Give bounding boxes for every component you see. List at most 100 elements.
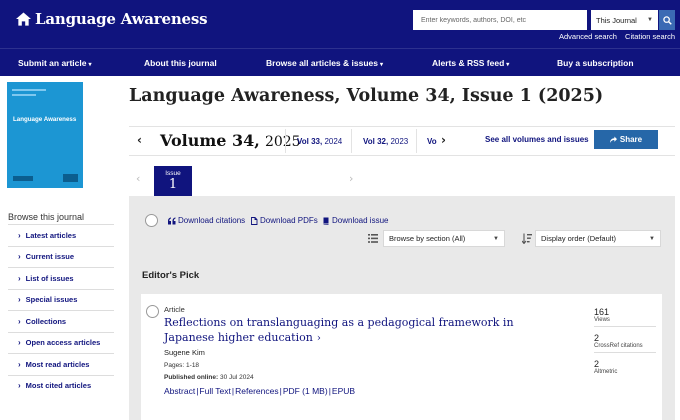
page-title: Language Awareness, Volume 34, Issue 1 (…	[129, 86, 604, 106]
chevron-left-icon[interactable]: ‹	[136, 172, 140, 185]
volume-link-33[interactable]: Vol 33, 2024	[297, 137, 342, 146]
issue-tab-number: 1	[168, 177, 178, 192]
chevron-right-icon: ›	[18, 316, 21, 326]
journal-brand[interactable]: Language Awareness	[16, 9, 208, 29]
nav-label: Browse all articles & issues	[266, 58, 378, 68]
metric-label: CrossRef citations	[594, 343, 643, 349]
nav-label: Alerts & RSS feed	[432, 58, 505, 68]
list-icon	[368, 234, 378, 243]
chevron-right-icon[interactable]: ›	[349, 172, 353, 185]
sidebar-item-collections[interactable]: › Collections	[8, 310, 114, 332]
nav-alerts-rss[interactable]: Alerts & RSS feed ▾	[432, 58, 509, 68]
share-button[interactable]: Share	[594, 130, 658, 149]
sidebar-item-label: Most cited articles	[25, 381, 92, 391]
published-label: Published online:	[164, 374, 219, 381]
citation-search-link[interactable]: Citation search	[625, 32, 675, 41]
chevron-right-icon: ›	[18, 295, 21, 305]
divider	[285, 129, 286, 153]
volume-label: Vo	[427, 137, 437, 146]
sidebar-item-label: List of issues	[25, 273, 74, 283]
journal-cover[interactable]: Language Awareness	[7, 82, 83, 188]
search-scope-value: This Journal	[596, 15, 637, 25]
section-heading: Editor's Pick	[142, 270, 200, 281]
current-volume: Volume 34, 2025	[160, 131, 301, 150]
cover-decoration	[12, 94, 36, 96]
nav-browse-articles[interactable]: Browse all articles & issues ▾	[266, 58, 383, 68]
volume-label: Vol 33,	[297, 137, 323, 146]
display-order-select[interactable]: Display order (Default) ▼	[535, 230, 661, 247]
sidebar-item-current-issue[interactable]: › Current issue	[8, 245, 114, 268]
download-citations-label: Download citations	[178, 216, 246, 225]
search-button[interactable]	[659, 10, 675, 30]
metric-altmetric[interactable]: 2 Altmetric	[594, 359, 656, 378]
current-volume-label: Volume 34,	[160, 131, 260, 150]
download-pdfs-label: Download PDFs	[260, 216, 318, 225]
sidebar-item-most-cited[interactable]: › Most cited articles	[8, 374, 114, 397]
download-pdfs-link[interactable]: Download PDFs	[250, 216, 318, 225]
see-all-volumes-link[interactable]: See all volumes and issues	[485, 135, 589, 144]
nav-about-journal[interactable]: About this journal	[144, 58, 217, 68]
article-pages: Pages: 1-18	[164, 362, 200, 369]
published-date: 30 Jul 2024	[219, 374, 254, 381]
book-icon	[323, 217, 329, 225]
sidebar-item-label: Current issue	[25, 252, 75, 262]
sidebar-item-most-read[interactable]: › Most read articles	[8, 353, 114, 375]
journal-name: Language Awareness	[35, 10, 208, 28]
download-citations-link[interactable]: Download citations	[168, 216, 245, 225]
nav-buy-subscription[interactable]: Buy a subscription	[557, 58, 634, 68]
volume-link-32[interactable]: Vol 32, 2023	[363, 137, 408, 146]
sidebar-item-list-of-issues[interactable]: › List of issues	[8, 267, 114, 289]
divider: |	[328, 386, 331, 396]
metric-crossref[interactable]: 2 CrossRef citations	[594, 333, 656, 353]
article-select-checkbox[interactable]	[146, 305, 159, 318]
search-links: Advanced search Citation search	[559, 32, 680, 41]
article-published: Published online: 30 Jul 2024	[164, 374, 254, 381]
current-volume-year: 2025	[264, 134, 301, 150]
issue-tab-1[interactable]: Issue 1	[154, 166, 192, 196]
main-nav: Submit an article ▾ About this journal Br…	[0, 48, 680, 76]
volume-link-31[interactable]: Vo	[427, 137, 437, 146]
references-link[interactable]: References	[235, 386, 278, 396]
article-title-link[interactable]: Reflections on translanguaging as a peda…	[164, 315, 564, 346]
search-scope-select[interactable]: This Journal ▼	[591, 10, 658, 30]
share-label: Share	[619, 135, 643, 144]
sidebar-item-open-access[interactable]: › Open access articles	[8, 331, 114, 354]
sidebar-item-special-issues[interactable]: › Special issues	[8, 288, 114, 311]
chevron-down-icon: ▼	[493, 235, 499, 242]
issue-panel: Download citations Download PDFs Downloa…	[129, 196, 675, 420]
metric-value: 2	[594, 359, 600, 369]
full-text-link[interactable]: Full Text	[199, 386, 231, 396]
search-input[interactable]	[413, 10, 587, 30]
site-header: Language Awareness This Journal ▼ Advanc…	[0, 0, 680, 48]
chevron-left-icon[interactable]: ‹	[137, 133, 142, 147]
advanced-search-link[interactable]: Advanced search	[559, 32, 617, 41]
volume-year: 2023	[390, 137, 409, 146]
issue-tab-label: Issue	[165, 170, 181, 177]
chevron-right-icon[interactable]: ›	[441, 133, 446, 147]
article-author[interactable]: Sugene Kim	[164, 348, 205, 357]
chevron-right-icon: ›	[18, 252, 21, 262]
browse-by-section-select[interactable]: Browse by section (All) ▼	[383, 230, 505, 247]
volume-year: 2024	[324, 137, 343, 146]
chevron-right-icon: ›	[18, 230, 21, 240]
cover-decoration	[12, 89, 46, 91]
sidebar-item-latest-articles[interactable]: › Latest articles	[8, 224, 114, 246]
metric-label: Altmetric	[594, 369, 618, 375]
epub-link[interactable]: EPUB	[332, 386, 355, 396]
chevron-down-icon: ▾	[379, 62, 383, 68]
sidebar-item-label: Collections	[25, 316, 67, 326]
select-all-checkbox[interactable]	[145, 214, 158, 227]
volume-navigation: ‹ Volume 34, 2025 Vol 33, 2024 Vol 32, 2…	[129, 126, 675, 156]
volume-label: Vol 32,	[363, 137, 389, 146]
chevron-right-icon: ›	[18, 381, 21, 391]
divider	[416, 129, 417, 153]
sort-icon	[522, 233, 532, 244]
sidebar-item-label: Special issues	[25, 295, 78, 305]
nav-submit-article[interactable]: Submit an article ▾	[18, 58, 92, 68]
pdf-link[interactable]: PDF (1 MB)	[283, 386, 328, 396]
download-issue-link[interactable]: Download issue	[322, 216, 388, 225]
metric-value: 2	[594, 333, 600, 343]
abstract-link[interactable]: Abstract	[164, 386, 195, 396]
article-title: Reflections on translanguaging as a peda…	[164, 316, 514, 344]
home-icon	[16, 12, 31, 26]
